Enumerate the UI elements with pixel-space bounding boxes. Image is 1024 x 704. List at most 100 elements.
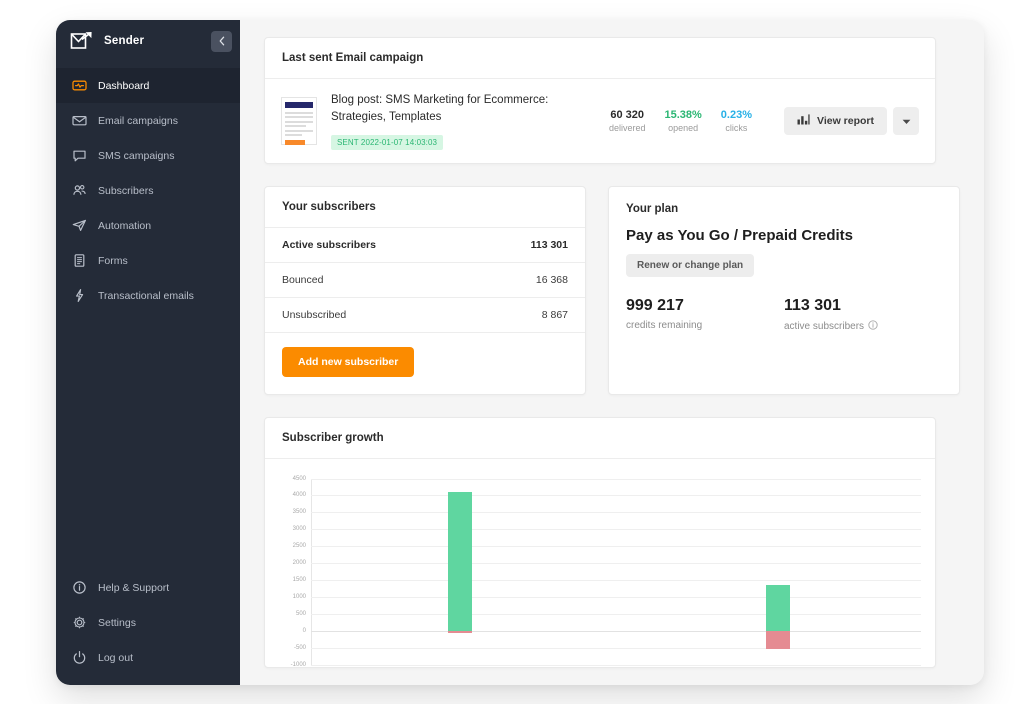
sidebar-item-label: Transactional emails [98,289,194,302]
chart-gridline: 4000 [293,492,921,498]
card-title: Your subscribers [265,187,585,228]
chart-y-tick-label: 0 [302,627,306,634]
chart-y-tick-label: 4000 [292,492,306,499]
stat-label: clicks [725,123,748,134]
sidebar-item-label: Log out [98,651,134,664]
metric-credits-remaining: 999 217 credits remaining [626,297,784,333]
chart-gridline: 3500 [293,509,921,515]
chart-gridline: 1000 [293,594,921,600]
campaign-info: Blog post: SMS Marketing for Ecommerce: … [331,92,595,150]
chart-y-tick-label: 2500 [292,543,306,550]
metric-value: 999 217 [626,296,684,314]
sidebar-item-label: Forms [98,254,128,267]
campaign-thumbnail [281,96,317,146]
chart-gridline: 3000 [293,526,921,532]
row-value: 113 301 [530,238,568,251]
chart-gridline: 500 [296,611,921,617]
sidebar-item-dashboard[interactable]: Dashboard [56,68,240,103]
sidebar-item-subscribers[interactable]: Subscribers [56,173,240,208]
app-window: Sender Dashboard Email campaigns SMS cam… [56,20,984,685]
info-circle-icon [72,580,87,595]
sidebar-item-log-out[interactable]: Log out [56,640,240,675]
chart-bar-positive [448,492,473,631]
stat-clicks: 0.23% clicks [721,108,752,135]
chart-gridline: -500 [294,645,921,651]
sidebar-item-email-campaigns[interactable]: Email campaigns [56,103,240,138]
chart-y-tick-label: 2000 [292,560,306,567]
chart-bar-group[interactable] [448,479,473,665]
dashboard-mid-row: Your subscribers Active subscribers 113 … [264,185,960,395]
chart-y-tick-label: 3000 [292,526,306,533]
chart-gridline: 4500 [293,476,921,482]
bar-chart-icon [797,114,810,128]
your-plan-card: Your plan Pay as You Go / Prepaid Credit… [608,185,960,395]
sidebar-collapse-button[interactable] [211,30,232,52]
table-row: Bounced 16 368 [265,263,585,298]
chart-y-tick-label: 3500 [292,509,306,516]
sidebar-item-forms[interactable]: Forms [56,243,240,278]
paper-plane-icon [72,218,87,233]
sidebar-item-label: Dashboard [98,79,150,92]
stat-opened: 15.38% opened [664,108,701,135]
sidebar-nav-primary: Dashboard Email campaigns SMS campaigns … [56,68,240,313]
metric-label-text: active subscribers [784,320,865,332]
your-subscribers-card: Your subscribers Active subscribers 113 … [264,185,586,395]
metric-active-subscribers: 113 301 active subscribers [784,297,942,333]
stat-label: opened [668,123,699,134]
chart-bar-negative [765,630,790,649]
card-title: Your plan [626,202,679,215]
stat-value: 15.38% [664,109,702,122]
sidebar-item-automation[interactable]: Automation [56,208,240,243]
metric-label: active subscribers [784,319,942,333]
power-icon [72,650,87,665]
sidebar-item-settings[interactable]: Settings [56,605,240,640]
view-report-button[interactable]: View report [784,106,887,135]
chart-plot-area: 4500 4000 3500 3000 2500 2000 1500 1000 500 0 -500… [291,476,921,668]
table-row: Active subscribers 113 301 [265,228,585,263]
stat-delivered: 60 320 delivered [609,108,646,135]
sidebar: Sender Dashboard Email campaigns SMS cam… [56,20,240,685]
chevron-left-icon [219,36,224,46]
row-value: 8 867 [541,308,568,321]
report-dropdown-button[interactable] [893,106,919,135]
renew-or-change-plan-button[interactable]: Renew or change plan [626,253,755,277]
plan-metrics: 999 217 credits remaining 113 301 active… [626,297,942,333]
campaign-actions: View report [784,106,919,135]
table-row: Unsubscribed 8 867 [265,298,585,333]
chart-y-tick-label: -500 [293,644,306,651]
chart-bar-group[interactable] [765,479,790,665]
add-new-subscriber-button[interactable]: Add new subscriber [282,346,415,377]
sidebar-item-label: Automation [98,219,152,232]
campaign-title[interactable]: Blog post: SMS Marketing for Ecommerce: … [331,92,595,127]
document-list-icon [72,253,87,268]
metric-label: credits remaining [626,320,784,331]
sidebar-item-label: Email campaigns [98,114,178,127]
sidebar-item-transactional-emails[interactable]: Transactional emails [56,278,240,313]
sidebar-item-help-support[interactable]: Help & Support [56,570,240,605]
info-circle-icon[interactable] [868,319,878,333]
sidebar-nav-secondary: Help & Support Settings Log out [56,570,240,675]
chart-y-axis [311,478,312,665]
chart-gridline: 2500 [293,543,921,549]
gear-icon [72,615,87,630]
plan-name: Pay as You Go / Prepaid Credits [626,226,854,244]
metric-label-text: credits remaining [626,319,703,331]
plan-body: Your plan Pay as You Go / Prepaid Credit… [609,187,959,350]
metric-value: 113 301 [784,296,841,314]
stat-label: delivered [608,123,646,134]
stat-value: 60 320 [610,109,645,122]
lightning-bolt-icon [72,288,87,303]
last-sent-campaign-card: Last sent Email campaign Blog post: SMS … [264,37,936,164]
speech-bubble-icon [72,148,87,163]
chart-y-tick-label: -1000 [290,661,306,668]
chart-gridline: 0 [303,628,921,634]
main-content: Last sent Email campaign Blog post: SMS … [240,20,984,685]
sidebar-item-sms-campaigns[interactable]: SMS campaigns [56,138,240,173]
sidebar-item-label: Subscribers [98,184,154,197]
chart-y-tick-label: 1000 [292,593,306,600]
chart-gridline: 1500 [293,577,921,583]
chart-bar-positive [765,585,790,631]
chart-y-tick-label: 500 [295,610,306,617]
status-badge: SENT 2022-01-07 14:03:03 [331,134,444,150]
sidebar-item-label: SMS campaigns [98,149,175,162]
